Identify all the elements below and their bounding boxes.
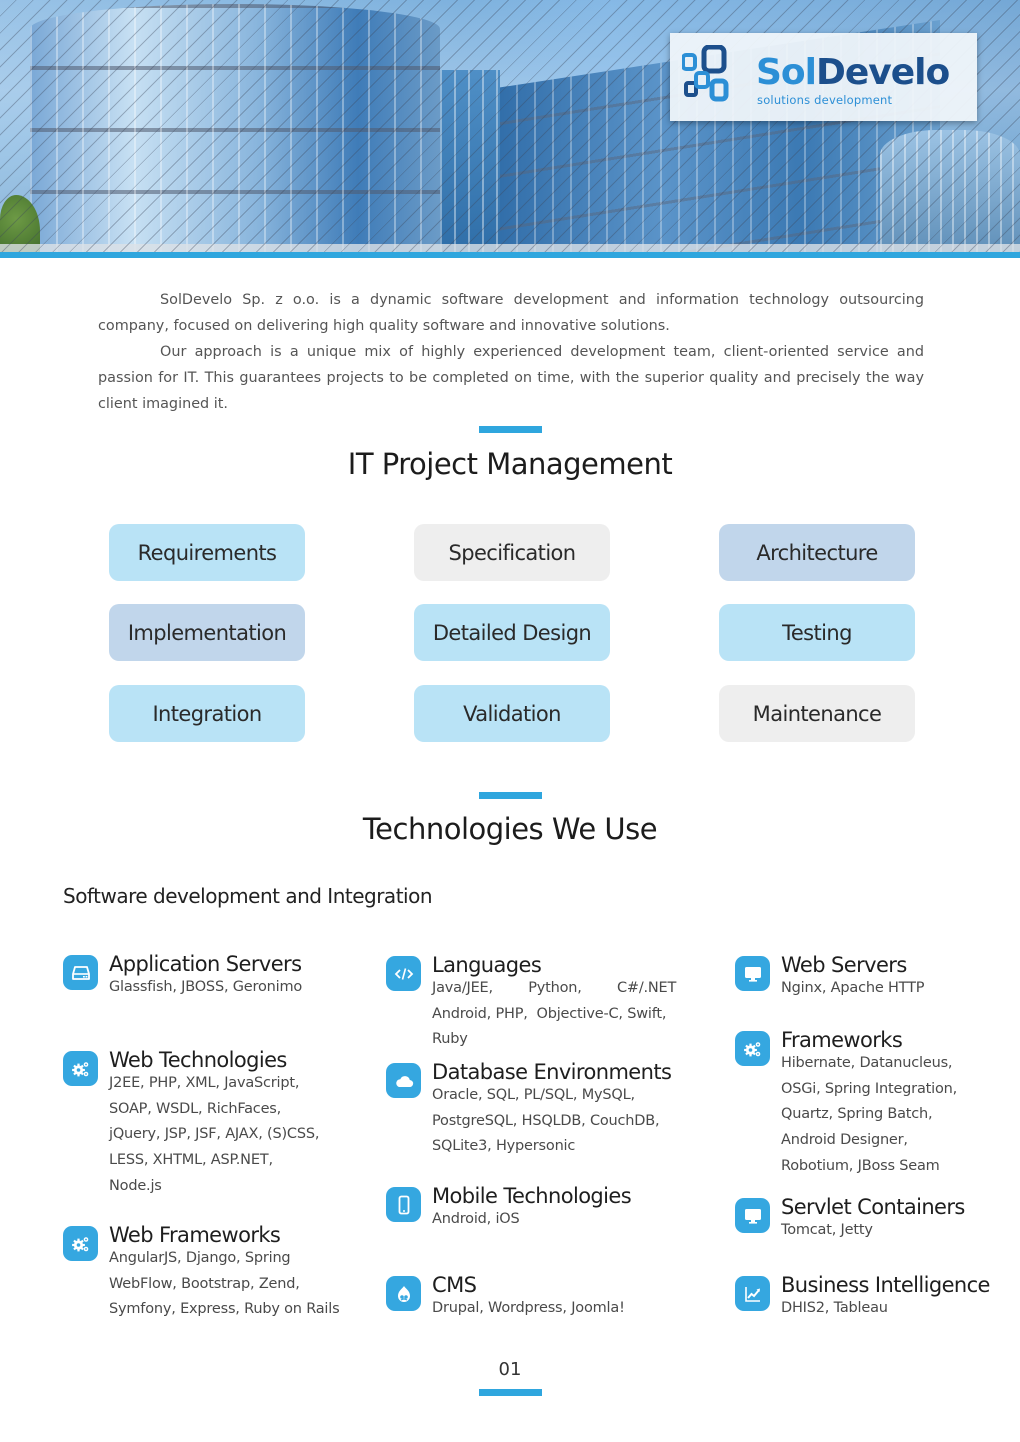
tech-item-details: Android, iOS — [432, 1207, 520, 1233]
tech-item-detail-line: Nginx, Apache HTTP — [781, 980, 925, 996]
technologies-subtitle: Software development and Integration — [63, 884, 433, 908]
section-accent-bar — [479, 792, 542, 799]
tech-item-detail-line: SQLite3, Hypersonic — [432, 1138, 576, 1155]
tech-item-detail-line: Android, iOS — [432, 1211, 520, 1227]
tech-item-detail-line: LESS, XHTML, ASP.NET, — [109, 1152, 273, 1169]
tech-item-title: CMS — [432, 1273, 477, 1297]
drupal-icon — [386, 1276, 421, 1311]
tech-item-details: J2EE, PHP, XML, JavaScript, SOAP, WSDL, R… — [109, 1071, 319, 1200]
tech-item-detail-line: Hibernate, Datanucleus, — [781, 1055, 953, 1071]
tech-item-detail-line: Oracle, SQL, PL/SQL, MySQL, — [432, 1087, 635, 1103]
tech-item-detail-line: Quartz, Spring Batch, — [781, 1106, 933, 1123]
tech-item-details: Tomcat, Jetty — [781, 1218, 873, 1244]
phase-implementation: Implementation — [109, 604, 305, 661]
section-title-project-management: IT Project Management — [347, 447, 673, 481]
phase-architecture: Architecture — [719, 524, 915, 581]
tech-item-details: Hibernate, Datanucleus, OSGi, Spring Inte… — [781, 1051, 957, 1180]
hero-accent-bar — [0, 252, 1020, 258]
tech-item-detail-line: Ruby — [432, 1031, 468, 1048]
tech-item-detail-line: Tomcat, Jetty — [781, 1222, 873, 1238]
phase-maintenance: Maintenance — [719, 685, 915, 742]
tech-item-detail-line: J2EE, PHP, XML, JavaScript, — [109, 1075, 300, 1091]
monitor-icon — [735, 956, 770, 991]
monitor-icon — [735, 1198, 770, 1233]
phase-requirements: Requirements — [109, 524, 305, 581]
tech-item-detail-line: WebFlow, Bootstrap, Zend, — [109, 1275, 300, 1292]
tech-item-detail-line: Node.js — [109, 1177, 162, 1194]
tech-item-details: DHIS2, Tableau — [781, 1296, 888, 1322]
hero-banner: SolDevelo solutions development — [0, 0, 1020, 258]
gears-icon — [63, 1051, 98, 1086]
logo-mark-icon — [682, 45, 729, 102]
phase-validation: Validation — [414, 685, 610, 742]
section-title-technologies: Technologies We Use — [362, 812, 658, 846]
section-accent-bar — [479, 426, 542, 433]
tech-item-detail-line: AngularJS, Django, Spring — [109, 1250, 291, 1266]
tech-item-title: Web Frameworks — [109, 1223, 281, 1247]
tech-item-details: Glassfish, JBOSS, Geronimo — [109, 975, 302, 1001]
tech-item-detail-line: SOAP, WSDL, RichFaces, — [109, 1100, 282, 1117]
tech-item-details: Oracle, SQL, PL/SQL, MySQL, PostgreSQL, H… — [432, 1083, 660, 1160]
logo-wordmark-develo: Develo — [816, 52, 950, 93]
tech-item-detail-line: OSGi, Spring Integration, — [781, 1080, 958, 1097]
gears-icon — [735, 1031, 770, 1066]
phase-testing: Testing — [719, 604, 915, 661]
tech-item-details: Java/JEE, Python, C#/.NET Android, PHP, O… — [432, 976, 676, 1053]
mobile-icon — [386, 1187, 421, 1222]
tech-item-detail-line: Robotium, JBoss Seam — [781, 1157, 940, 1174]
logo-wordmark-sol: Sol — [756, 52, 817, 93]
code-icon — [386, 956, 421, 991]
tech-item-detail-line: Android, PHP, Objective-C, Swift, — [432, 1005, 667, 1022]
logo-tagline: solutions development — [757, 93, 893, 107]
tech-item-title: Web Servers — [781, 953, 907, 977]
tech-item-title: Database Environments — [432, 1060, 672, 1084]
tech-item-details: Nginx, Apache HTTP — [781, 976, 924, 1002]
tech-item-detail-line: jQuery, JSP, JSF, AJAX, (S)CSS, — [109, 1126, 320, 1143]
footer-accent-bar — [479, 1389, 542, 1396]
logo-wordmark: SolDevelo — [756, 52, 950, 93]
phase-specification: Specification — [414, 524, 610, 581]
tech-item-detail-line: PostgreSQL, HSQLDB, CouchDB, — [432, 1112, 660, 1129]
tech-item-detail-line: Java/JEE, Python, C#/.NET — [432, 980, 677, 996]
intro-paragraph-1: SolDevelo Sp. z o.o. is a dynamic softwa… — [98, 292, 924, 334]
phase-integration: Integration — [109, 685, 305, 742]
tech-item-title: Web Technologies — [109, 1048, 287, 1072]
tech-item-title: Frameworks — [781, 1028, 903, 1052]
tech-item-detail-line: Glassfish, JBOSS, Geronimo — [109, 979, 303, 995]
tech-item-title: Servlet Containers — [781, 1195, 965, 1219]
tech-item-detail-line: DHIS2, Tableau — [781, 1300, 888, 1316]
gears-icon — [63, 1226, 98, 1261]
intro-text: SolDevelo Sp. z o.o. is a dynamic softwa… — [98, 287, 924, 417]
tech-item-title: Application Servers — [109, 952, 302, 976]
phase-detailed-design: Detailed Design — [414, 604, 610, 661]
tech-item-title: Mobile Technologies — [432, 1184, 632, 1208]
chart-icon — [735, 1276, 770, 1311]
tech-item-details: AngularJS, Django, Spring WebFlow, Bootst… — [109, 1246, 340, 1323]
tech-item-detail-line: Drupal, Wordpress, Joomla! — [432, 1300, 625, 1316]
tech-item-detail-line: Android Designer, — [781, 1132, 908, 1149]
page-number: 01 — [498, 1359, 522, 1380]
server-icon — [63, 955, 98, 990]
tech-item-detail-line: Symfony, Express, Ruby on Rails — [109, 1301, 340, 1318]
tech-item-details: Drupal, Wordpress, Joomla! — [432, 1296, 625, 1322]
intro-paragraph-2: Our approach is a unique mix of highly e… — [98, 344, 924, 412]
tech-item-title: Languages — [432, 953, 542, 977]
cloud-icon — [386, 1063, 421, 1098]
company-logo: SolDevelo solutions development — [670, 33, 977, 121]
tech-item-title: Business Intelligence — [781, 1273, 990, 1297]
